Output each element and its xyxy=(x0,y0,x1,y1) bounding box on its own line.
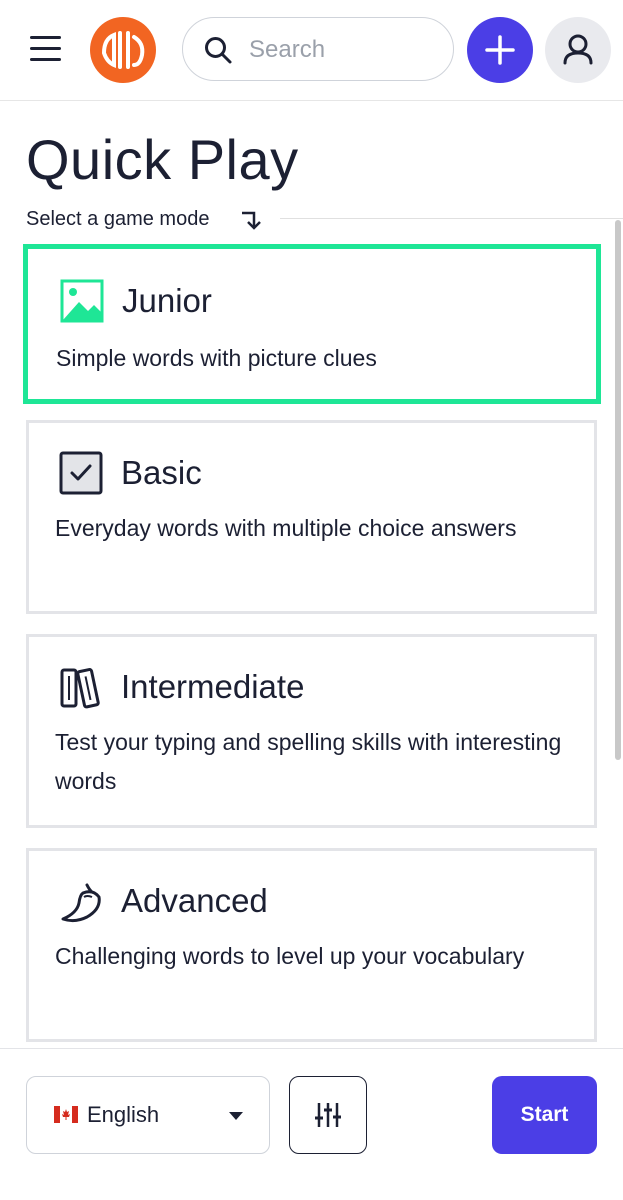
mode-card-intermediate[interactable]: Intermediate Test your typing and spelli… xyxy=(26,634,597,828)
plus-icon xyxy=(485,35,515,65)
settings-button[interactable] xyxy=(289,1076,367,1154)
account-button[interactable] xyxy=(545,17,611,83)
mode-description: Test your typing and spelling skills wit… xyxy=(55,729,562,794)
chili-pepper-icon xyxy=(61,883,101,923)
logo[interactable] xyxy=(90,17,156,83)
search-icon xyxy=(205,37,232,64)
books-icon xyxy=(60,668,100,709)
mode-card-advanced[interactable]: Advanced Challenging words to level up y… xyxy=(26,848,597,1042)
page-title: Quick Play xyxy=(26,128,299,191)
canada-flag-icon xyxy=(54,1106,78,1123)
mode-card-junior[interactable]: Junior Simple words with picture clues xyxy=(23,244,601,404)
top-header xyxy=(0,0,623,101)
search-bar[interactable] xyxy=(182,17,454,81)
mode-card-basic[interactable]: Basic Everyday words with multiple choic… xyxy=(26,420,597,614)
checkbox-icon xyxy=(59,451,103,495)
sliders-icon xyxy=(315,1103,341,1127)
hamburger-menu-icon[interactable] xyxy=(30,36,61,62)
mode-description: Challenging words to level up your vocab… xyxy=(55,943,525,969)
arrow-down-right-icon xyxy=(242,211,261,230)
mode-description: Simple words with picture clues xyxy=(56,345,377,371)
subtitle-row: Select a game mode xyxy=(26,205,623,233)
chevron-down-icon xyxy=(229,1112,243,1120)
mode-title: Basic xyxy=(121,454,202,491)
scrollbar[interactable] xyxy=(615,220,621,760)
mode-description: Everyday words with multiple choice answ… xyxy=(55,515,517,541)
mode-title: Advanced xyxy=(121,882,268,919)
bottom-toolbar: English Start xyxy=(0,1048,623,1200)
logo-icon xyxy=(101,31,145,69)
subtitle: Select a game mode xyxy=(26,208,210,230)
image-icon xyxy=(60,279,104,323)
language-label: English xyxy=(87,1102,160,1127)
mode-title: Junior xyxy=(122,282,212,319)
language-select[interactable]: English xyxy=(26,1076,270,1154)
divider xyxy=(280,218,623,219)
start-button[interactable]: Start xyxy=(492,1076,597,1154)
create-button[interactable] xyxy=(467,17,533,83)
mode-title: Intermediate xyxy=(121,668,305,705)
search-input[interactable] xyxy=(247,30,441,70)
user-icon xyxy=(563,34,593,65)
